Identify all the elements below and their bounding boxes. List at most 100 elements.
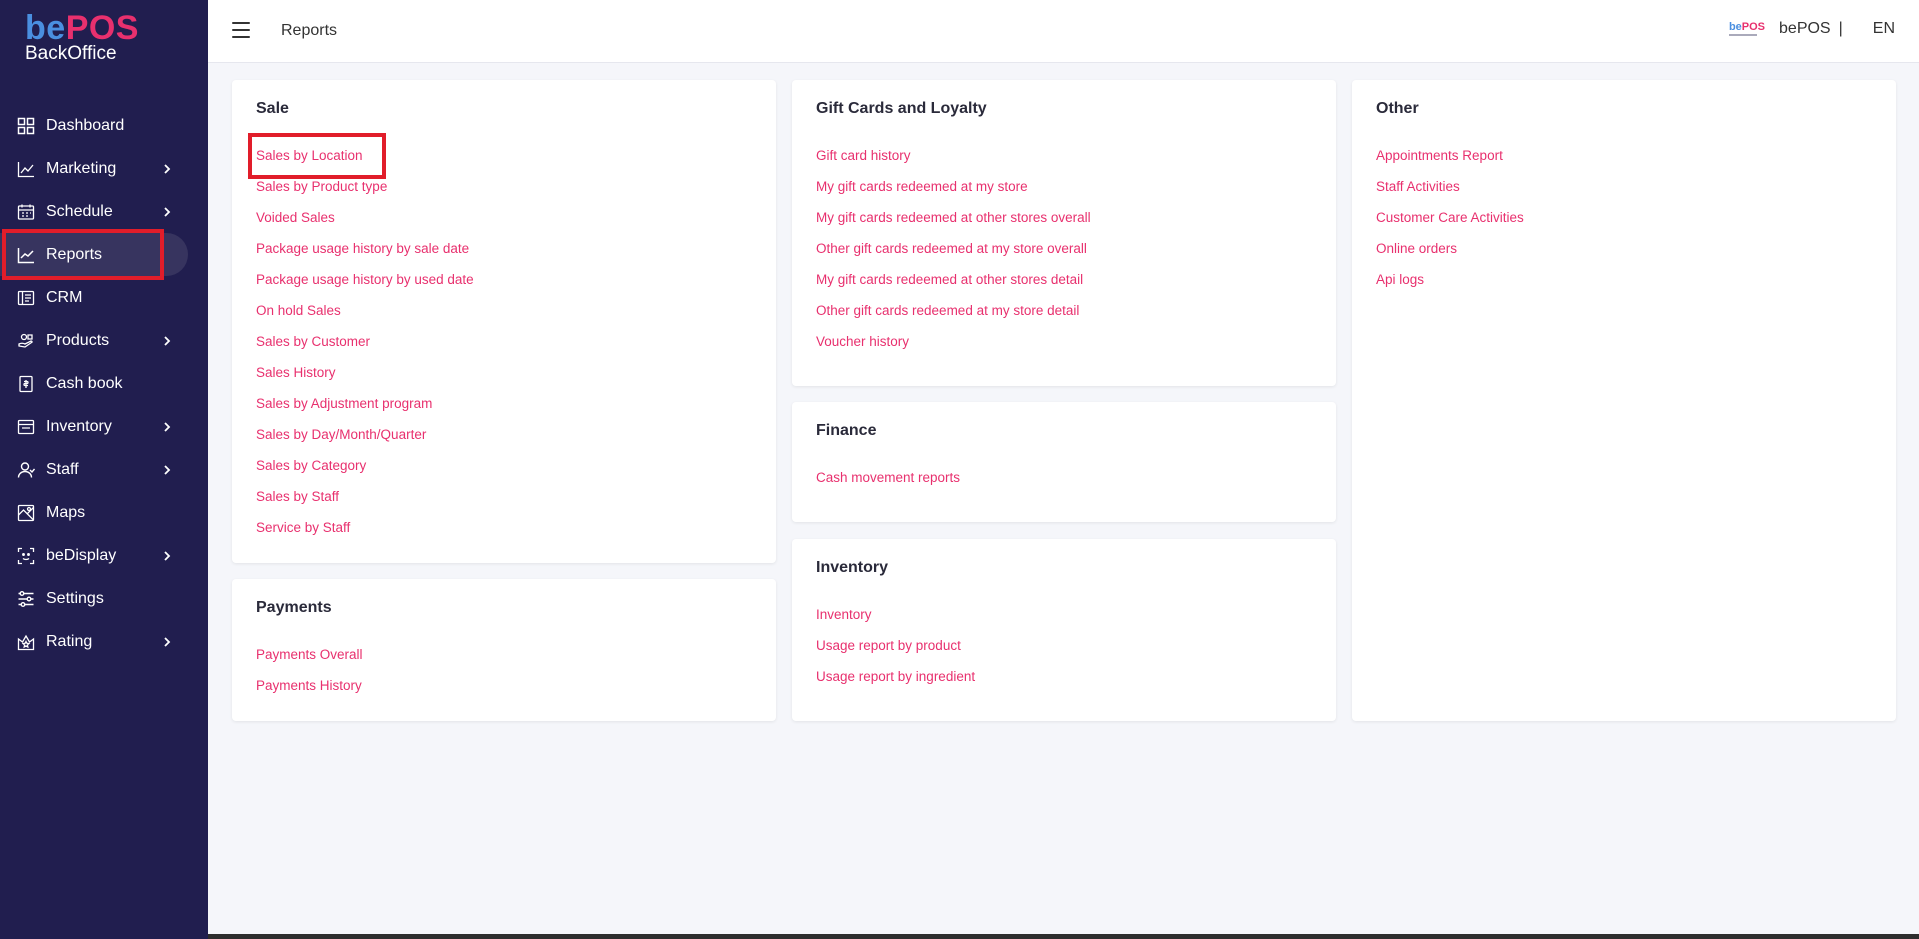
report-link[interactable]: Sales by Adjustment program — [256, 396, 474, 427]
bepos-logo[interactable]: bePOS BackOffice — [25, 10, 139, 64]
crm-icon — [16, 288, 36, 308]
report-link[interactable]: Online orders — [1376, 241, 1524, 272]
sidebar-item-products[interactable]: Products — [0, 319, 208, 362]
sidebar-item-inventory[interactable]: Inventory — [0, 405, 208, 448]
chart-icon — [16, 245, 36, 265]
report-link[interactable]: Voucher history — [816, 334, 1091, 365]
other-links: Appointments Report Staff Activities Cus… — [1376, 148, 1524, 303]
top-header: Reports bePOS bePOS | EN — [208, 0, 1919, 63]
report-link[interactable]: My gift cards redeemed at other stores o… — [816, 210, 1091, 241]
report-link[interactable]: Service by Staff — [256, 520, 474, 551]
sidebar-item-label: CRM — [46, 288, 83, 306]
finance-card: Finance Cash movement reports — [792, 402, 1336, 522]
mini-logo-be: be — [1728, 21, 1742, 33]
products-icon — [16, 331, 36, 351]
sidebar-item-crm[interactable]: CRM — [0, 276, 208, 319]
sidebar-item-label: Cash book — [46, 374, 123, 392]
sidebar-item-maps[interactable]: Maps — [0, 491, 208, 534]
sale-card-title: Sale — [256, 100, 289, 117]
report-link[interactable]: My gift cards redeemed at my store — [816, 179, 1091, 210]
sidebar-nav: Dashboard Marketing Schedule Reports CRM… — [0, 104, 208, 663]
report-link[interactable]: Sales by Customer — [256, 334, 474, 365]
sidebar-item-rating[interactable]: Rating — [0, 620, 208, 663]
sidebar-item-label: Dashboard — [46, 116, 125, 134]
report-link[interactable]: Cash movement reports — [816, 470, 960, 501]
sale-links: Sales by Location Sales by Product type … — [256, 148, 474, 551]
report-link[interactable]: Staff Activities — [1376, 179, 1524, 210]
sidebar-item-settings[interactable]: Settings — [0, 577, 208, 620]
other-card: Other Appointments Report Staff Activiti… — [1352, 80, 1896, 721]
report-link[interactable]: Usage report by ingredient — [816, 669, 975, 700]
report-link[interactable]: Sales by Category — [256, 458, 474, 489]
other-card-title: Other — [1376, 100, 1419, 117]
logo-subtitle: BackOffice — [25, 43, 117, 64]
chevron-right-icon — [164, 550, 171, 561]
finance-card-title: Finance — [816, 422, 877, 439]
report-link[interactable]: On hold Sales — [256, 303, 474, 334]
report-link[interactable]: Other gift cards redeemed at my store de… — [816, 303, 1091, 334]
payments-card-title: Payments — [256, 599, 332, 616]
report-link[interactable]: Other gift cards redeemed at my store ov… — [816, 241, 1091, 272]
logo-pos: POS — [65, 9, 139, 47]
report-link[interactable]: Inventory — [816, 607, 975, 638]
report-link[interactable]: Package usage history by used date — [256, 272, 474, 303]
report-link[interactable]: Api logs — [1376, 272, 1524, 303]
settings-icon — [16, 589, 36, 609]
language-switcher[interactable]: EN — [1873, 20, 1895, 38]
report-link[interactable]: Sales by Day/Month/Quarter — [256, 427, 474, 458]
report-link[interactable]: Sales by Staff — [256, 489, 474, 520]
sidebar-item-cash-book[interactable]: Cash book — [0, 362, 208, 405]
report-link[interactable]: Customer Care Activities — [1376, 210, 1524, 241]
sidebar-item-label: Inventory — [46, 417, 112, 435]
gift-cards-links: Gift card history My gift cards redeemed… — [816, 148, 1091, 365]
inventory-card-title: Inventory — [816, 559, 889, 576]
logo-be: be — [25, 9, 66, 47]
sidebar-item-label: Reports — [46, 245, 103, 263]
report-link[interactable]: Payments History — [256, 678, 363, 709]
sidebar-item-marketing[interactable]: Marketing — [0, 147, 208, 190]
page-title: Reports — [281, 22, 338, 39]
sidebar-item-label: Products — [46, 331, 110, 349]
logo-wordmark: bePOS — [25, 10, 139, 46]
bottom-bar — [208, 934, 1919, 939]
sidebar-item-schedule[interactable]: Schedule — [0, 190, 208, 233]
inventory-links: Inventory Usage report by product Usage … — [816, 607, 975, 700]
inventory-icon — [16, 417, 36, 437]
sidebar-item-label: Rating — [46, 632, 93, 650]
report-link[interactable]: Sales by Product type — [256, 179, 474, 210]
sidebar: bePOS BackOffice Dashboard Marketing Sch… — [0, 0, 208, 939]
sidebar-item-label: Maps — [46, 503, 86, 521]
report-link[interactable]: Sales by Location — [256, 148, 474, 179]
store-name[interactable]: bePOS — [1779, 20, 1831, 38]
report-link[interactable]: Package usage history by sale date — [256, 241, 474, 272]
gift-cards-card-title: Gift Cards and Loyalty — [816, 100, 987, 117]
hamburger-menu-icon[interactable] — [232, 22, 250, 38]
header-user-area: bePOS bePOS | EN — [1728, 20, 1895, 38]
report-link[interactable]: Voided Sales — [256, 210, 474, 241]
chevron-right-icon — [164, 206, 171, 217]
report-link[interactable]: Gift card history — [816, 148, 1091, 179]
finance-links: Cash movement reports — [816, 470, 960, 501]
report-link[interactable]: My gift cards redeemed at other stores d… — [816, 272, 1091, 303]
report-link[interactable]: Payments Overall — [256, 647, 363, 678]
sidebar-item-bedisplay[interactable]: beDisplay — [0, 534, 208, 577]
map-icon — [16, 503, 36, 523]
sidebar-item-staff[interactable]: Staff — [0, 448, 208, 491]
sidebar-item-label: beDisplay — [46, 546, 117, 564]
chevron-right-icon — [164, 464, 171, 475]
report-link[interactable]: Appointments Report — [1376, 148, 1524, 179]
report-link[interactable]: Sales History — [256, 365, 474, 396]
chevron-right-icon — [164, 335, 171, 346]
gift-cards-card: Gift Cards and Loyalty Gift card history… — [792, 80, 1336, 386]
sidebar-item-label: Staff — [46, 460, 79, 478]
sidebar-item-reports[interactable]: Reports — [0, 233, 188, 276]
payments-card: Payments Payments Overall Payments Histo… — [232, 579, 776, 721]
store-logo[interactable]: bePOS — [1728, 21, 1765, 36]
chevron-right-icon — [164, 421, 171, 432]
sidebar-item-dashboard[interactable]: Dashboard — [0, 104, 208, 147]
payments-links: Payments Overall Payments History — [256, 647, 363, 709]
display-icon — [16, 546, 36, 566]
rating-icon — [16, 632, 36, 652]
header-separator: | — [1838, 20, 1843, 37]
report-link[interactable]: Usage report by product — [816, 638, 975, 669]
